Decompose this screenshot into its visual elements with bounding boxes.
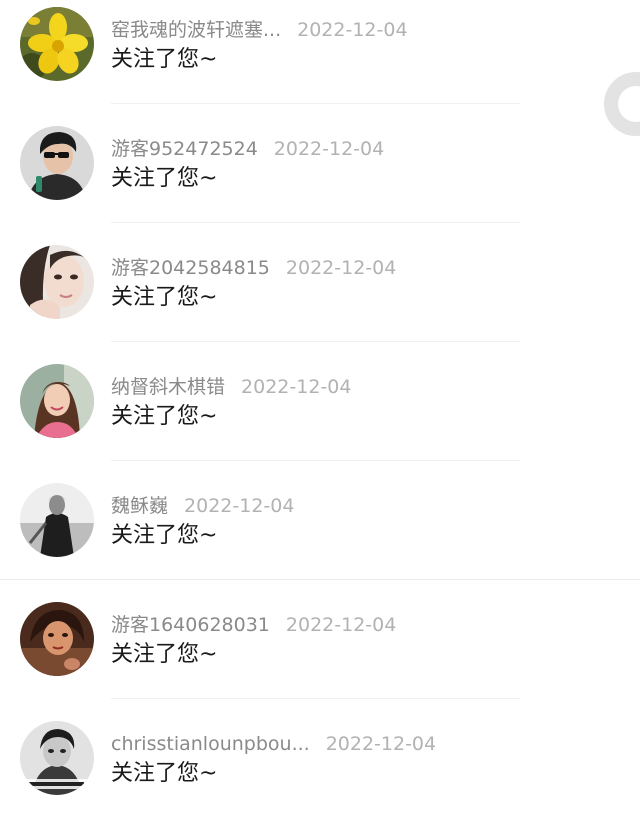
avatar[interactable]	[20, 126, 94, 200]
divider	[111, 698, 520, 699]
user-name[interactable]: 游客2042584815	[111, 257, 270, 279]
timestamp: 2022-12-04	[285, 257, 397, 279]
divider	[111, 460, 520, 461]
list-item[interactable]: 游客2042584815 2022-12-04 关注了您~	[0, 238, 640, 357]
list-item[interactable]: chrisstianlounpbou... 2022-12-04 关注了您~	[0, 714, 640, 833]
notification-message: 关注了您~	[111, 523, 218, 548]
list-item[interactable]: 纳督斜木棋错 2022-12-04 关注了您~	[0, 357, 640, 476]
yellow-flower-avatar-icon	[20, 7, 94, 81]
notification-message: 关注了您~	[111, 47, 218, 72]
divider	[111, 222, 520, 223]
notification-message: 关注了您~	[111, 404, 218, 429]
notification-message: 关注了您~	[111, 761, 218, 786]
girl-smiling-avatar-icon	[20, 364, 94, 438]
item-meta: 游客1640628031 2022-12-04	[111, 611, 396, 639]
timestamp: 2022-12-04	[285, 614, 397, 636]
avatar[interactable]	[20, 721, 94, 795]
timestamp: 2022-12-04	[273, 138, 385, 160]
timestamp: 2022-12-04	[184, 495, 295, 517]
divider	[0, 579, 640, 580]
notification-message: 关注了您~	[111, 166, 218, 191]
timestamp: 2022-12-04	[325, 733, 437, 755]
item-meta: 游客2042584815 2022-12-04	[111, 254, 396, 282]
avatar[interactable]	[20, 483, 94, 557]
avatar[interactable]	[20, 602, 94, 676]
list-item[interactable]: 窑我魂的波轩遮塞... 2022-12-04 关注了您~	[0, 0, 640, 119]
person-bw-avatar-icon	[20, 483, 94, 557]
timestamp: 2022-12-04	[297, 19, 408, 41]
user-name[interactable]: 窑我魂的波轩遮塞...	[111, 19, 281, 41]
user-name[interactable]: chrisstianlounpbou...	[111, 733, 310, 755]
divider	[111, 341, 520, 342]
avatar[interactable]	[20, 245, 94, 319]
item-meta: 窑我魂的波轩遮塞... 2022-12-04	[111, 16, 408, 44]
item-meta: 纳督斜木棋错 2022-12-04	[111, 373, 351, 401]
timestamp: 2022-12-04	[241, 376, 352, 398]
ring-icon	[618, 86, 640, 122]
item-meta: 游客952472524 2022-12-04	[111, 135, 384, 163]
list-item[interactable]: 游客1640628031 2022-12-04 关注了您~	[0, 595, 640, 714]
list-item[interactable]: 游客952472524 2022-12-04 关注了您~	[0, 119, 640, 238]
woman-warm-avatar-icon	[20, 602, 94, 676]
notification-message: 关注了您~	[111, 642, 218, 667]
item-meta: chrisstianlounpbou... 2022-12-04	[111, 730, 436, 758]
user-name[interactable]: 魏稣巍	[111, 495, 168, 517]
avatar[interactable]	[20, 7, 94, 81]
list-item[interactable]: 魏稣巍 2022-12-04 关注了您~	[0, 476, 640, 595]
woman-face-avatar-icon	[20, 245, 94, 319]
user-name[interactable]: 游客952472524	[111, 138, 258, 160]
user-name[interactable]: 纳督斜木棋错	[111, 376, 225, 398]
person-bw-text-avatar-icon	[20, 721, 94, 795]
item-meta: 魏稣巍 2022-12-04	[111, 492, 294, 520]
user-name[interactable]: 游客1640628031	[111, 614, 270, 636]
divider	[111, 103, 520, 104]
avatar[interactable]	[20, 364, 94, 438]
notification-message: 关注了您~	[111, 285, 218, 310]
man-sunglasses-avatar-icon	[20, 126, 94, 200]
